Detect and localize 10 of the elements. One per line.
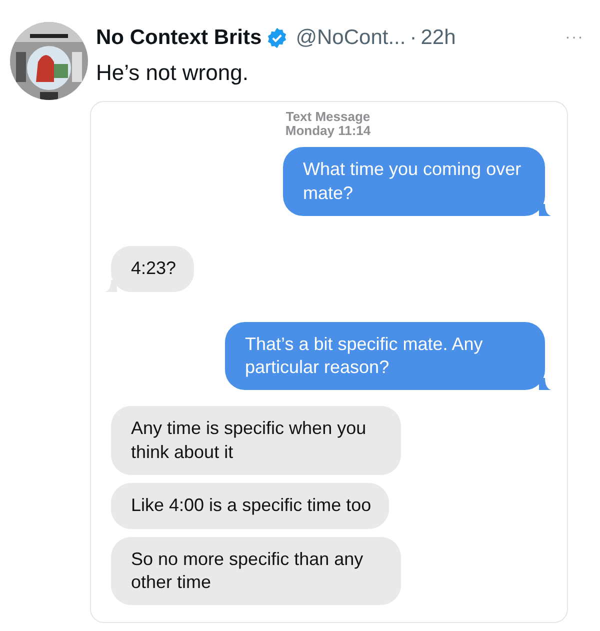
separator: · — [410, 25, 417, 51]
user-handle[interactable]: @NoCont... — [296, 22, 406, 54]
conversation-header: Text Message — [284, 110, 372, 124]
post-time[interactable]: 22h — [420, 22, 456, 54]
author-name[interactable]: No Context Brits — [96, 22, 262, 54]
message-bubble: Like 4:00 is a specific time too — [111, 483, 390, 528]
conversation-timestamp: Monday 11:14 — [284, 124, 372, 140]
message-bubble: Any time is specific when you think about it — [111, 406, 401, 476]
post-text: He’s not wrong. — [96, 58, 250, 87]
message-bubble: So no more specific than any other time — [111, 536, 401, 606]
